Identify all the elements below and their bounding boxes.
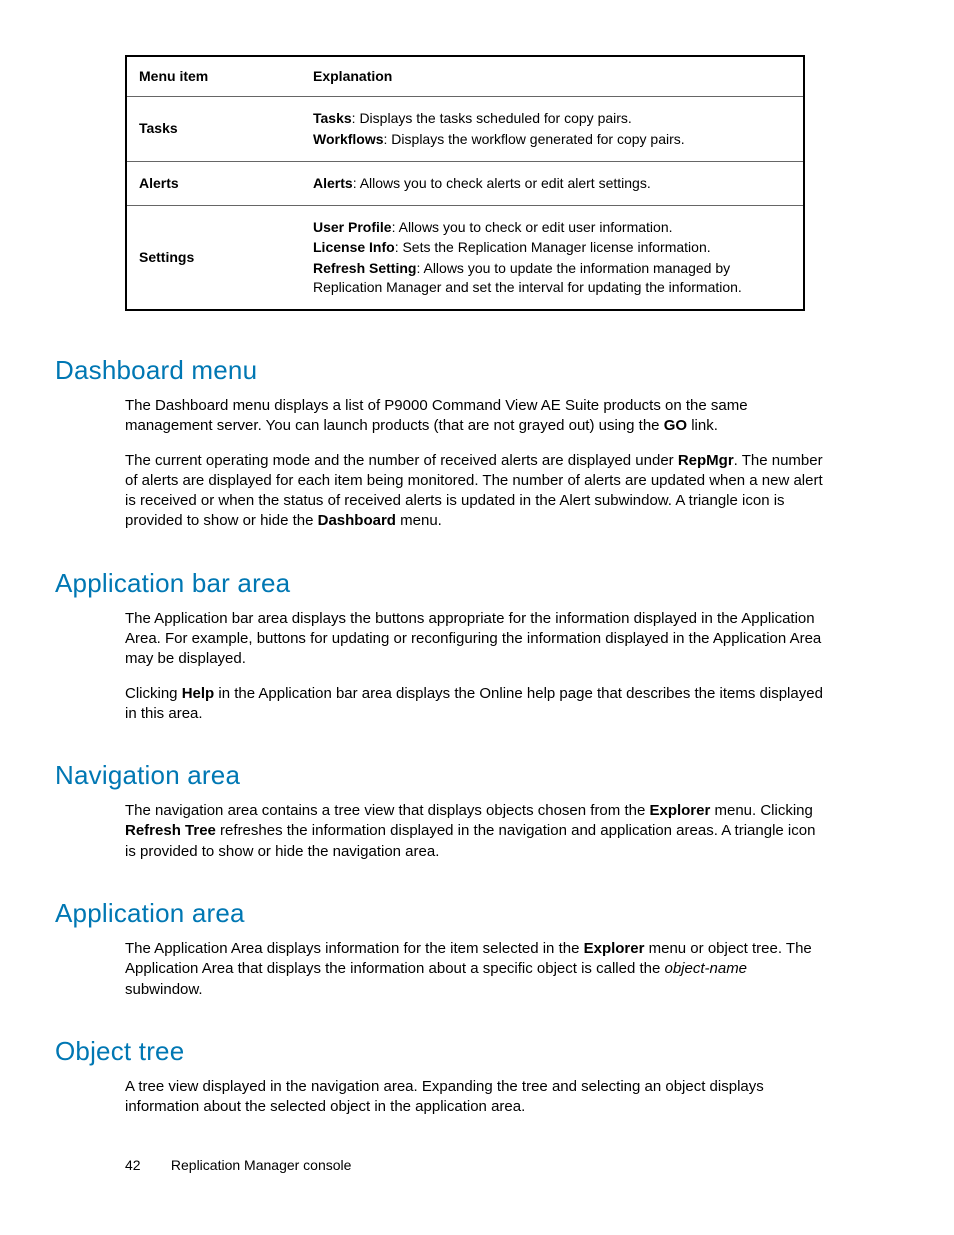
- term-desc: : Displays the tasks scheduled for copy …: [352, 110, 632, 126]
- section-appbar: The Application bar area displays the bu…: [125, 609, 825, 724]
- term-desc: : Allows you to check or edit user infor…: [392, 219, 673, 235]
- term: Tasks: [313, 110, 352, 126]
- text: The current operating mode and the numbe…: [125, 452, 678, 469]
- term: Refresh Setting: [313, 260, 416, 276]
- bold-text: RepMgr: [678, 452, 734, 469]
- menu-item-cell: Tasks: [126, 96, 301, 161]
- text: subwindow.: [125, 981, 203, 998]
- col-header-menu: Menu item: [126, 56, 301, 96]
- heading-application-area: Application area: [55, 896, 854, 931]
- text: The navigation area contains a tree view…: [125, 802, 649, 819]
- explanation-line: User Profile: Allows you to check or edi…: [313, 218, 791, 237]
- menu-table: Menu item Explanation TasksTasks: Displa…: [125, 55, 805, 311]
- paragraph: The Application Area displays informatio…: [125, 939, 825, 1000]
- text: link.: [687, 417, 718, 434]
- explanation-line: Tasks: Displays the tasks scheduled for …: [313, 109, 791, 128]
- table-body: TasksTasks: Displays the tasks scheduled…: [126, 96, 804, 310]
- section-apparea: The Application Area displays informatio…: [125, 939, 825, 1000]
- page-number: 42: [125, 1156, 167, 1175]
- term-desc: : Sets the Replication Manager license i…: [395, 239, 711, 255]
- col-header-explanation: Explanation: [301, 56, 804, 96]
- paragraph: A tree view displayed in the navigation …: [125, 1077, 825, 1118]
- text: refreshes the information displayed in t…: [125, 822, 815, 859]
- text: The Dashboard menu displays a list of P9…: [125, 397, 748, 434]
- bold-text: Explorer: [649, 802, 710, 819]
- explanation-line: Refresh Setting: Allows you to update th…: [313, 259, 791, 297]
- term: Alerts: [313, 175, 353, 191]
- explanation-cell: Tasks: Displays the tasks scheduled for …: [301, 96, 804, 161]
- page-footer: 42 Replication Manager console: [125, 1156, 351, 1175]
- explanation-cell: User Profile: Allows you to check or edi…: [301, 205, 804, 310]
- table-row: TasksTasks: Displays the tasks scheduled…: [126, 96, 804, 161]
- explanation-line: License Info: Sets the Replication Manag…: [313, 238, 791, 257]
- bold-text: GO: [664, 417, 687, 434]
- menu-item-cell: Alerts: [126, 161, 301, 205]
- bold-text: Help: [182, 685, 215, 702]
- heading-application-bar-area: Application bar area: [55, 566, 854, 601]
- document-page: Menu item Explanation TasksTasks: Displa…: [0, 0, 954, 1117]
- bold-text: Dashboard: [318, 512, 396, 529]
- text: menu.: [396, 512, 442, 529]
- table-header-row: Menu item Explanation: [126, 56, 804, 96]
- term: Workflows: [313, 131, 384, 147]
- italic-text: object-name: [664, 960, 747, 977]
- term: User Profile: [313, 219, 392, 235]
- text: The Application Area displays informatio…: [125, 940, 584, 957]
- text: Clicking: [125, 685, 182, 702]
- paragraph: The navigation area contains a tree view…: [125, 801, 825, 862]
- heading-navigation-area: Navigation area: [55, 758, 854, 793]
- term-desc: : Displays the workflow generated for co…: [384, 131, 685, 147]
- footer-title: Replication Manager console: [171, 1157, 352, 1173]
- section-nav: The navigation area contains a tree view…: [125, 801, 825, 862]
- section-objtree: A tree view displayed in the navigation …: [125, 1077, 825, 1118]
- bold-text: Refresh Tree: [125, 822, 216, 839]
- explanation-cell: Alerts: Allows you to check alerts or ed…: [301, 161, 804, 205]
- explanation-line: Workflows: Displays the workflow generat…: [313, 130, 791, 149]
- text: in the Application bar area displays the…: [125, 685, 823, 722]
- explanation-line: Alerts: Allows you to check alerts or ed…: [313, 174, 791, 193]
- text: menu. Clicking: [710, 802, 813, 819]
- table-row: AlertsAlerts: Allows you to check alerts…: [126, 161, 804, 205]
- bold-text: Explorer: [584, 940, 645, 957]
- term: License Info: [313, 239, 395, 255]
- section-dashboard: The Dashboard menu displays a list of P9…: [125, 396, 825, 532]
- table-row: Settings User Profile: Allows you to chec…: [126, 205, 804, 310]
- paragraph: The Dashboard menu displays a list of P9…: [125, 396, 825, 437]
- menu-item-cell: Settings: [126, 205, 301, 310]
- paragraph: The current operating mode and the numbe…: [125, 451, 825, 532]
- paragraph: Clicking Help in the Application bar are…: [125, 684, 825, 725]
- heading-dashboard-menu: Dashboard menu: [55, 353, 854, 388]
- paragraph: The Application bar area displays the bu…: [125, 609, 825, 670]
- heading-object-tree: Object tree: [55, 1034, 854, 1069]
- term-desc: : Allows you to check alerts or edit ale…: [353, 175, 651, 191]
